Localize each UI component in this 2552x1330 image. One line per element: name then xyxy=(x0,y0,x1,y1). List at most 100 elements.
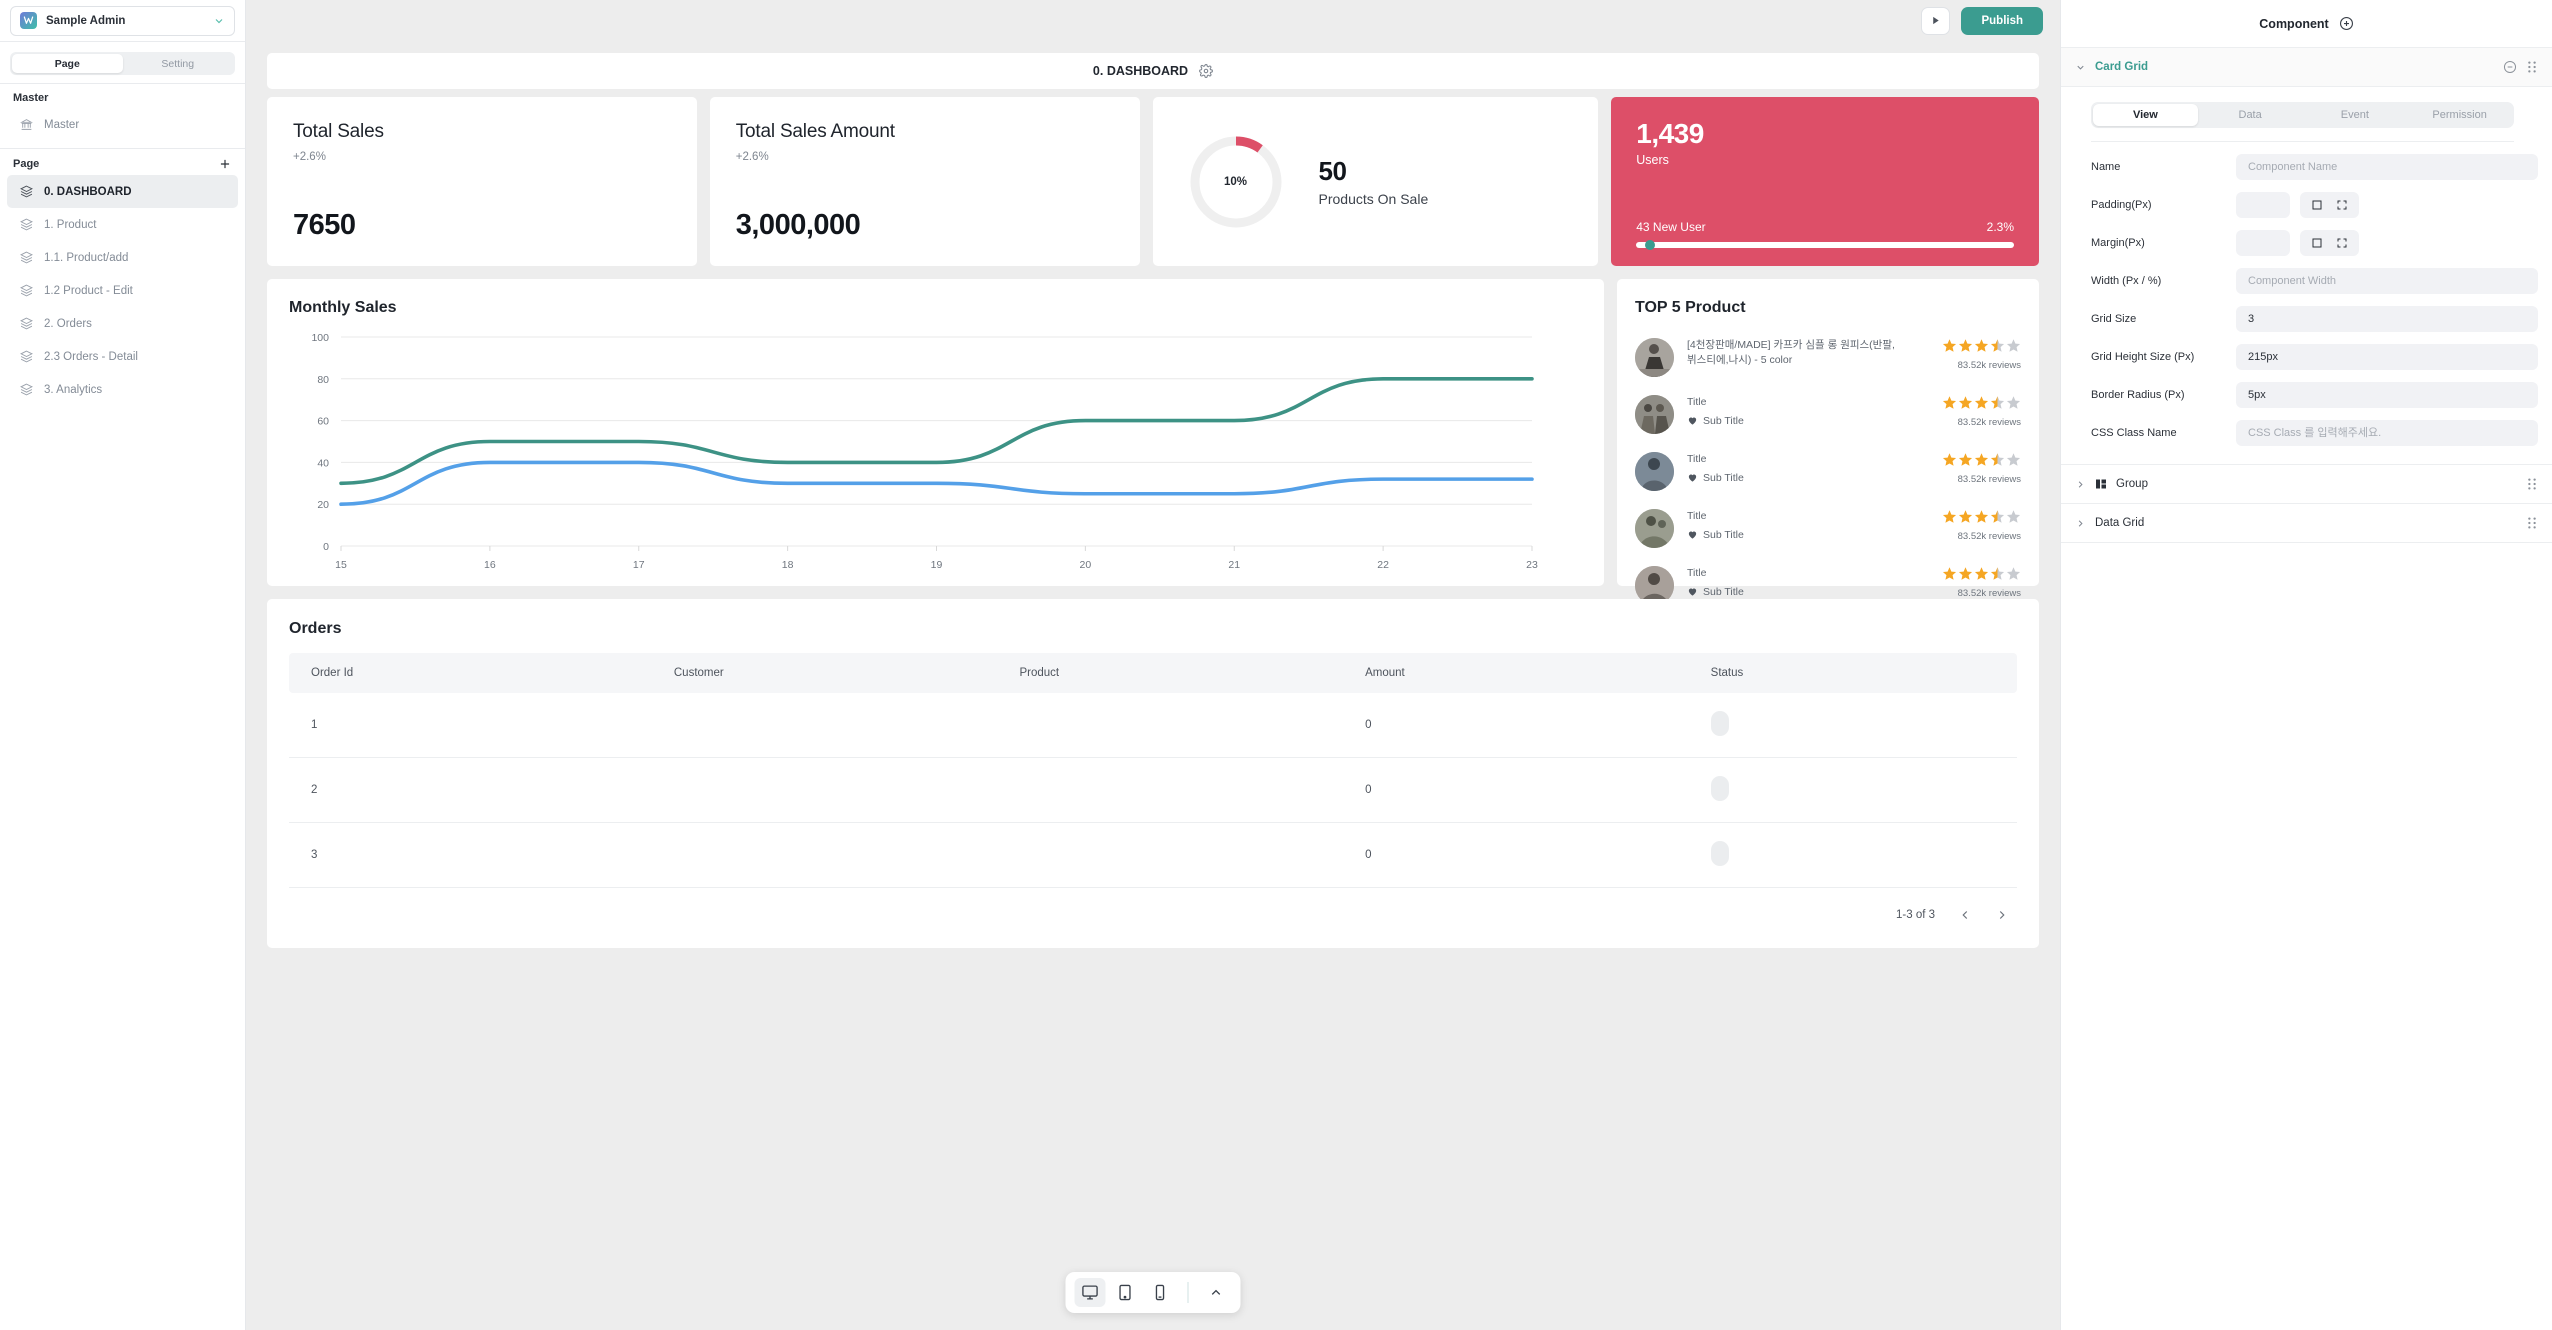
tab-page[interactable]: Page xyxy=(12,54,123,73)
chevron-down-icon xyxy=(215,18,223,23)
svg-text:21: 21 xyxy=(1228,559,1240,571)
square-icon[interactable] xyxy=(2311,199,2323,211)
device-mobile-button[interactable] xyxy=(1145,1278,1176,1307)
avatar xyxy=(1635,395,1674,434)
status-badge xyxy=(1710,711,1729,736)
chevron-left-icon[interactable] xyxy=(1958,908,1972,922)
table-row[interactable]: 2 0 xyxy=(289,757,2017,823)
publish-button[interactable]: Publish xyxy=(1961,6,2043,35)
list-item[interactable]: Title Sub Title 83.52k reviews xyxy=(1635,443,2021,500)
top5-title: TOP 5 Product xyxy=(1635,299,1746,316)
kpi-delta: +2.6% xyxy=(293,151,326,163)
circle-minus-icon[interactable] xyxy=(2503,60,2517,74)
sidebar-item-1-1-product-add[interactable]: 1.1. Product/add xyxy=(7,241,238,274)
pagination: 1-3 of 3 xyxy=(289,908,2017,922)
border-radius-input[interactable] xyxy=(2236,382,2538,408)
section-header-data-grid[interactable]: Data Grid xyxy=(2061,504,2552,543)
product-info: Title Sub Title xyxy=(1687,509,1896,541)
css-class-input[interactable] xyxy=(2236,420,2538,446)
list-item[interactable]: Title Sub Title 83.52k reviews xyxy=(1635,500,2021,557)
expand-icon[interactable] xyxy=(2336,237,2348,249)
chevron-right-icon[interactable] xyxy=(2075,518,2086,529)
grid-size-input[interactable] xyxy=(2236,306,2538,332)
star-icon xyxy=(1942,339,1957,352)
circle-plus-icon[interactable] xyxy=(2339,16,2354,31)
chevron-down-icon[interactable] xyxy=(2075,62,2086,73)
tab-event[interactable]: Event xyxy=(2303,104,2408,126)
table-row[interactable]: 1 0 xyxy=(289,693,2017,758)
donut-summary: 50 Products On Sale xyxy=(1319,156,1429,207)
collapse-toolbar-button[interactable] xyxy=(1201,1278,1232,1307)
donut-chart: 10% xyxy=(1187,133,1285,231)
column-header-order-id[interactable]: Order Id xyxy=(289,653,652,693)
star-icon xyxy=(1974,567,1989,580)
tab-data[interactable]: Data xyxy=(2198,104,2303,126)
plus-icon[interactable] xyxy=(218,157,232,171)
field-grid-size: Grid Size xyxy=(2087,306,2538,332)
width-input[interactable] xyxy=(2236,268,2538,294)
sidebar-item-2-3-orders-detail[interactable]: 2.3 Orders - Detail xyxy=(7,340,238,373)
preview-button[interactable] xyxy=(1921,6,1951,35)
sidebar-item-2-orders[interactable]: 2. Orders xyxy=(7,307,238,340)
field-label: Padding(Px) xyxy=(2091,199,2152,211)
layers-icon xyxy=(20,284,33,297)
list-item[interactable]: [4천장판매/MADE] 카프카 심플 롱 원피스(반팔,뷔스티에,나시) - … xyxy=(1635,329,2021,386)
tab-view[interactable]: View xyxy=(2093,104,2198,126)
sidebar-item-1-2-product-edit[interactable]: 1.2 Product - Edit xyxy=(7,274,238,307)
sidebar-item-master[interactable]: Master xyxy=(7,108,238,141)
column-header-amount[interactable]: Amount xyxy=(1343,653,1689,693)
section-header-card-grid[interactable]: Card Grid xyxy=(2061,48,2552,87)
grid-height-input[interactable] xyxy=(2236,344,2538,370)
cell-product xyxy=(997,822,1344,888)
card-total-sales[interactable]: Total Sales +2.6% 7650 xyxy=(267,97,697,266)
users-label: Users xyxy=(1636,153,1669,167)
drag-handle-icon[interactable] xyxy=(2526,477,2538,491)
star-icon xyxy=(1942,567,1957,580)
padding-input[interactable] xyxy=(2236,192,2290,218)
donut-percent-label: 10% xyxy=(1223,175,1248,188)
column-header-status[interactable]: Status xyxy=(1688,653,2017,693)
column-header-product[interactable]: Product xyxy=(997,653,1344,693)
tab-permission[interactable]: Permission xyxy=(2407,104,2512,126)
gear-icon[interactable] xyxy=(1199,64,1213,78)
card-products-on-sale[interactable]: 10% 50 Products On Sale xyxy=(1152,97,1599,266)
cell-customer xyxy=(651,693,998,758)
cell-amount: 0 xyxy=(1343,822,1689,888)
column-header-customer[interactable]: Customer xyxy=(651,653,998,693)
drag-handle-icon[interactable] xyxy=(2526,516,2538,530)
device-desktop-button[interactable] xyxy=(1074,1278,1106,1307)
tab-setting[interactable]: Setting xyxy=(123,54,234,73)
table-row[interactable]: 3 0 xyxy=(289,822,2017,888)
card-users[interactable]: 1,439 Users 43 New User 2.3% xyxy=(1611,97,2039,266)
workspace-name: Sample Admin xyxy=(46,14,126,27)
cell-status xyxy=(1688,822,2017,888)
chevron-right-icon[interactable] xyxy=(2075,479,2086,490)
sidebar-item-3-analytics[interactable]: 3. Analytics xyxy=(7,373,238,406)
layers-icon xyxy=(20,251,33,264)
product-subtitle-row: Sub Title xyxy=(1687,415,1896,427)
workspace-selector[interactable]: Sample Admin xyxy=(10,5,235,36)
card-monthly-sales[interactable]: Monthly Sales 0 20 40 60 80 100 15 16 17 18 19 20 21… xyxy=(267,279,1604,586)
sidebar-item-label: 1. Product xyxy=(44,218,97,231)
card-top5-product[interactable]: TOP 5 Product [4천장판매/MADE] 카프카 심플 롱 원피스(… xyxy=(1617,279,2039,605)
card-orders[interactable]: Orders Order Id Customer Product Amount … xyxy=(267,599,2039,948)
component-name-input[interactable] xyxy=(2236,154,2538,180)
star-rating xyxy=(1909,452,2021,467)
star-icon xyxy=(1958,339,1973,352)
brand-row: Sample Admin xyxy=(0,0,245,41)
list-item[interactable]: Title Sub Title 83.52k reviews xyxy=(1635,386,2021,443)
star-half-icon xyxy=(1990,396,2005,409)
chevron-right-icon[interactable] xyxy=(1995,908,2009,922)
section-header-group[interactable]: Group xyxy=(2061,465,2552,504)
sidebar-item-1-product[interactable]: 1. Product xyxy=(7,208,238,241)
device-tablet-button[interactable] xyxy=(1110,1278,1141,1307)
margin-input[interactable] xyxy=(2236,230,2290,256)
drag-handle-icon[interactable] xyxy=(2526,60,2538,74)
card-total-sales-amount[interactable]: Total Sales Amount +2.6% 3,000,000 xyxy=(709,97,1140,266)
sidebar-item-0-dashboard[interactable]: 0. DASHBOARD xyxy=(7,175,238,208)
square-icon[interactable] xyxy=(2311,237,2323,249)
star-empty-icon xyxy=(2006,396,2021,409)
sidebar-item-label: 3. Analytics xyxy=(44,383,103,396)
expand-icon[interactable] xyxy=(2336,199,2348,211)
product-subtitle: Sub Title xyxy=(1703,585,1744,598)
